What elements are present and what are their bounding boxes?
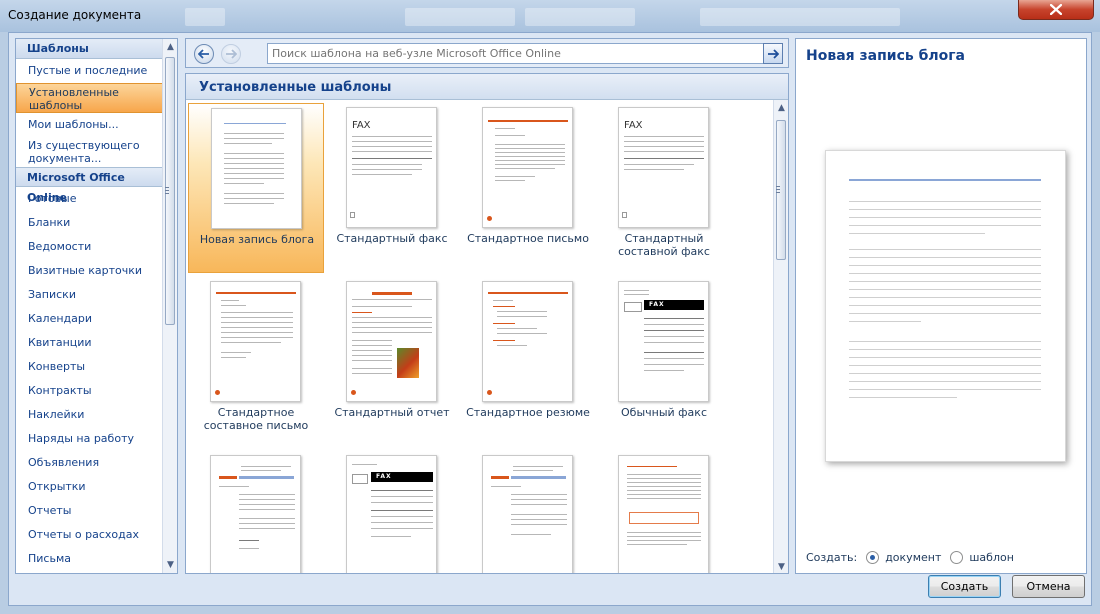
template-label: Стандартный отчет xyxy=(334,406,450,419)
scroll-down-icon[interactable]: ▼ xyxy=(774,559,788,573)
nav-item-online[interactable]: Календари xyxy=(16,307,163,331)
nav-item-online[interactable]: Конверты xyxy=(16,355,163,379)
background-ribbon-ghost xyxy=(700,8,900,26)
dialog-body: Шаблоны Пустые и последние Установленные… xyxy=(8,32,1092,606)
nav-header-office-online: Microsoft Office Online xyxy=(16,167,163,204)
grip-icon xyxy=(165,190,169,191)
template-thumbnail xyxy=(210,455,301,573)
nav-item-online[interactable]: Наклейки xyxy=(16,403,163,427)
template-tile[interactable] xyxy=(460,451,596,573)
grip-icon xyxy=(165,193,169,194)
template-thumbnail xyxy=(346,281,437,402)
nav-item-online[interactable]: Письма xyxy=(16,547,163,571)
template-tile[interactable]: FAX xyxy=(324,451,460,573)
background-ribbon-ghost xyxy=(525,8,635,26)
grip-icon xyxy=(165,187,169,188)
nav-item-online[interactable]: Готовые xyxy=(16,187,163,211)
preview-title: Новая запись блога xyxy=(806,48,966,64)
back-button[interactable] xyxy=(194,44,214,64)
title-bar: Создание документа xyxy=(0,0,1100,32)
nav-item-from-existing[interactable]: Из существующего документа... xyxy=(16,137,163,167)
grip-icon xyxy=(776,186,780,187)
template-label: Стандартный составной факс xyxy=(618,232,710,258)
forward-button[interactable] xyxy=(221,44,241,64)
template-tile-blog-post[interactable]: Новая запись блога xyxy=(188,103,324,273)
template-thumbnail: FAX xyxy=(618,281,709,402)
template-label: Стандартное резюме xyxy=(466,406,590,419)
close-icon xyxy=(1050,4,1062,15)
create-button[interactable]: Создать xyxy=(928,575,1001,598)
template-label: Стандартный факс xyxy=(336,232,448,245)
template-tile-plain-fax[interactable]: FAX Обычный факс xyxy=(596,277,732,447)
radio-template-label[interactable]: шаблон xyxy=(969,551,1014,564)
template-thumbnail xyxy=(210,281,301,402)
background-ribbon-ghost xyxy=(405,8,515,26)
scroll-up-icon[interactable]: ▲ xyxy=(774,100,788,116)
template-thumbnail xyxy=(618,455,709,573)
template-tile-standard-letter[interactable]: Стандартное письмо xyxy=(460,103,596,273)
template-label: Обычный факс xyxy=(621,406,707,419)
template-thumbnail: FAX xyxy=(346,107,437,228)
nav-scrollbar[interactable]: ▲ ▼ xyxy=(162,39,177,573)
template-thumbnail xyxy=(482,455,573,573)
nav-item-online[interactable]: Квитанции xyxy=(16,331,163,355)
search-go-button[interactable] xyxy=(763,43,783,64)
nav-item-online[interactable]: Контракты xyxy=(16,379,163,403)
radio-template[interactable] xyxy=(950,551,964,564)
template-tile-standard-report[interactable]: Стандартный отчет xyxy=(324,277,460,447)
gallery-title: Установленные шаблоны xyxy=(186,74,788,100)
template-thumbnail: FAX xyxy=(346,455,437,573)
template-tile[interactable] xyxy=(188,451,324,573)
scroll-down-icon[interactable]: ▼ xyxy=(163,557,177,573)
template-tile-standard-merge-letter[interactable]: Стандартное составное письмо xyxy=(188,277,324,447)
cancel-button[interactable]: Отмена xyxy=(1012,575,1085,598)
nav-item-online[interactable]: Объявления xyxy=(16,451,163,475)
nav-header-templates: Шаблоны xyxy=(16,39,163,59)
radio-document[interactable] xyxy=(866,551,880,564)
template-tile-standard-fax[interactable]: FAX Стандартный факс xyxy=(324,103,460,273)
template-thumbnail: FAX xyxy=(618,107,709,228)
template-thumbnail xyxy=(211,108,302,229)
template-label: Стандартное составное письмо xyxy=(203,406,309,432)
template-label: Стандартное письмо xyxy=(467,232,589,245)
template-gallery: Установленные шаблоны Новая запись блога xyxy=(185,73,789,574)
grip-icon xyxy=(776,189,780,190)
template-label: Новая запись блога xyxy=(199,233,315,246)
template-thumbnail xyxy=(482,281,573,402)
preview-page xyxy=(825,150,1066,462)
nav-item-online[interactable]: Наряды на работу xyxy=(16,427,163,451)
template-tile[interactable] xyxy=(596,451,732,573)
template-tile-standard-merge-fax[interactable]: FAX Стандартный составной факс xyxy=(596,103,732,273)
create-label: Создать: xyxy=(806,551,858,564)
scrollbar-thumb[interactable] xyxy=(165,57,175,325)
window-title: Создание документа xyxy=(8,8,142,22)
create-options: Создать: документ шаблон xyxy=(806,551,1014,564)
scrollbar-thumb[interactable] xyxy=(776,120,786,260)
nav-item-online[interactable]: Бланки xyxy=(16,211,163,235)
nav-item-online[interactable]: Открытки xyxy=(16,475,163,499)
forward-arrow-icon xyxy=(226,49,237,59)
scroll-up-icon[interactable]: ▲ xyxy=(163,39,177,55)
template-thumbnail xyxy=(482,107,573,228)
nav-item-online[interactable]: Визитные карточки xyxy=(16,259,163,283)
radio-document-label[interactable]: документ xyxy=(885,551,941,564)
grip-icon xyxy=(776,192,780,193)
close-button[interactable] xyxy=(1018,0,1094,20)
background-ribbon-ghost xyxy=(185,8,225,26)
search-input[interactable] xyxy=(267,43,764,64)
nav-item-online[interactable]: Отчеты о расходах xyxy=(16,523,163,547)
gallery-scrollbar[interactable]: ▲ ▼ xyxy=(773,100,788,573)
back-arrow-icon xyxy=(198,49,209,59)
category-nav: Шаблоны Пустые и последние Установленные… xyxy=(15,38,178,574)
nav-item-online[interactable]: Ведомости xyxy=(16,235,163,259)
go-arrow-icon xyxy=(768,48,779,59)
nav-item-online[interactable]: Отчеты xyxy=(16,499,163,523)
preview-pane: Новая запись блога Создать: документ шаб… xyxy=(795,38,1087,574)
search-bar xyxy=(185,38,789,68)
nav-item-my-templates[interactable]: Мои шаблоны... xyxy=(16,113,163,137)
nav-item-blank-recent[interactable]: Пустые и последние xyxy=(16,59,163,83)
nav-item-installed-templates[interactable]: Установленные шаблоны xyxy=(16,83,163,113)
nav-item-online[interactable]: Записки xyxy=(16,283,163,307)
template-tile-standard-resume[interactable]: Стандартное резюме xyxy=(460,277,596,447)
